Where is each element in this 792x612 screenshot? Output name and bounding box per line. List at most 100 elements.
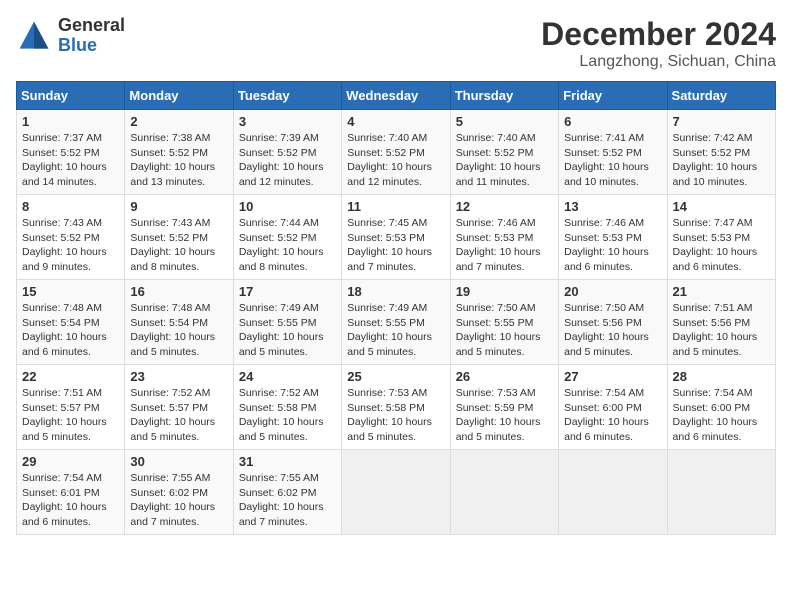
day-number: 12	[456, 199, 553, 214]
day-detail: Sunrise: 7:41 AMSunset: 5:52 PMDaylight:…	[564, 132, 649, 188]
day-detail: Sunrise: 7:48 AMSunset: 5:54 PMDaylight:…	[22, 302, 107, 358]
day-detail: Sunrise: 7:49 AMSunset: 5:55 PMDaylight:…	[239, 302, 324, 358]
day-number: 3	[239, 114, 336, 129]
calendar-cell: 29 Sunrise: 7:54 AMSunset: 6:01 PMDaylig…	[17, 450, 125, 535]
calendar-week-row: 22 Sunrise: 7:51 AMSunset: 5:57 PMDaylig…	[17, 365, 776, 450]
calendar-cell: 31 Sunrise: 7:55 AMSunset: 6:02 PMDaylig…	[233, 450, 341, 535]
day-detail: Sunrise: 7:55 AMSunset: 6:02 PMDaylight:…	[130, 472, 215, 528]
day-number: 4	[347, 114, 444, 129]
calendar-week-row: 15 Sunrise: 7:48 AMSunset: 5:54 PMDaylig…	[17, 280, 776, 365]
calendar-cell: 9 Sunrise: 7:43 AMSunset: 5:52 PMDayligh…	[125, 195, 233, 280]
weekday-header-monday: Monday	[125, 82, 233, 110]
day-number: 30	[130, 454, 227, 469]
logo: General Blue	[16, 16, 125, 56]
day-detail: Sunrise: 7:37 AMSunset: 5:52 PMDaylight:…	[22, 132, 107, 188]
day-detail: Sunrise: 7:47 AMSunset: 5:53 PMDaylight:…	[673, 217, 758, 273]
logo-blue: Blue	[58, 36, 125, 56]
calendar-header-row: SundayMondayTuesdayWednesdayThursdayFrid…	[17, 82, 776, 110]
day-detail: Sunrise: 7:49 AMSunset: 5:55 PMDaylight:…	[347, 302, 432, 358]
calendar-cell: 2 Sunrise: 7:38 AMSunset: 5:52 PMDayligh…	[125, 110, 233, 195]
location-title: Langzhong, Sichuan, China	[541, 53, 776, 71]
day-number: 11	[347, 199, 444, 214]
day-number: 25	[347, 369, 444, 384]
logo-icon	[16, 18, 52, 54]
day-detail: Sunrise: 7:54 AMSunset: 6:00 PMDaylight:…	[564, 387, 649, 443]
calendar-cell: 17 Sunrise: 7:49 AMSunset: 5:55 PMDaylig…	[233, 280, 341, 365]
calendar-cell: 12 Sunrise: 7:46 AMSunset: 5:53 PMDaylig…	[450, 195, 558, 280]
calendar-cell: 13 Sunrise: 7:46 AMSunset: 5:53 PMDaylig…	[559, 195, 667, 280]
calendar-cell: 8 Sunrise: 7:43 AMSunset: 5:52 PMDayligh…	[17, 195, 125, 280]
day-number: 13	[564, 199, 661, 214]
day-detail: Sunrise: 7:51 AMSunset: 5:56 PMDaylight:…	[673, 302, 758, 358]
day-detail: Sunrise: 7:46 AMSunset: 5:53 PMDaylight:…	[456, 217, 541, 273]
weekday-header-saturday: Saturday	[667, 82, 775, 110]
day-detail: Sunrise: 7:55 AMSunset: 6:02 PMDaylight:…	[239, 472, 324, 528]
day-number: 9	[130, 199, 227, 214]
calendar-cell	[559, 450, 667, 535]
weekday-header-wednesday: Wednesday	[342, 82, 450, 110]
day-number: 2	[130, 114, 227, 129]
day-number: 6	[564, 114, 661, 129]
day-number: 29	[22, 454, 119, 469]
day-detail: Sunrise: 7:53 AMSunset: 5:59 PMDaylight:…	[456, 387, 541, 443]
day-number: 31	[239, 454, 336, 469]
day-number: 7	[673, 114, 770, 129]
calendar-cell: 26 Sunrise: 7:53 AMSunset: 5:59 PMDaylig…	[450, 365, 558, 450]
day-number: 18	[347, 284, 444, 299]
calendar-cell: 21 Sunrise: 7:51 AMSunset: 5:56 PMDaylig…	[667, 280, 775, 365]
calendar-cell: 10 Sunrise: 7:44 AMSunset: 5:52 PMDaylig…	[233, 195, 341, 280]
calendar-cell: 14 Sunrise: 7:47 AMSunset: 5:53 PMDaylig…	[667, 195, 775, 280]
day-detail: Sunrise: 7:40 AMSunset: 5:52 PMDaylight:…	[456, 132, 541, 188]
day-detail: Sunrise: 7:50 AMSunset: 5:56 PMDaylight:…	[564, 302, 649, 358]
weekday-header-friday: Friday	[559, 82, 667, 110]
calendar-cell: 15 Sunrise: 7:48 AMSunset: 5:54 PMDaylig…	[17, 280, 125, 365]
day-detail: Sunrise: 7:46 AMSunset: 5:53 PMDaylight:…	[564, 217, 649, 273]
calendar-table: SundayMondayTuesdayWednesdayThursdayFrid…	[16, 81, 776, 535]
calendar-cell	[450, 450, 558, 535]
calendar-cell: 30 Sunrise: 7:55 AMSunset: 6:02 PMDaylig…	[125, 450, 233, 535]
day-detail: Sunrise: 7:44 AMSunset: 5:52 PMDaylight:…	[239, 217, 324, 273]
day-number: 19	[456, 284, 553, 299]
calendar-cell	[667, 450, 775, 535]
day-number: 24	[239, 369, 336, 384]
day-number: 14	[673, 199, 770, 214]
calendar-cell: 16 Sunrise: 7:48 AMSunset: 5:54 PMDaylig…	[125, 280, 233, 365]
day-number: 17	[239, 284, 336, 299]
day-detail: Sunrise: 7:42 AMSunset: 5:52 PMDaylight:…	[673, 132, 758, 188]
day-detail: Sunrise: 7:52 AMSunset: 5:58 PMDaylight:…	[239, 387, 324, 443]
day-detail: Sunrise: 7:40 AMSunset: 5:52 PMDaylight:…	[347, 132, 432, 188]
day-number: 8	[22, 199, 119, 214]
calendar-cell: 1 Sunrise: 7:37 AMSunset: 5:52 PMDayligh…	[17, 110, 125, 195]
calendar-week-row: 1 Sunrise: 7:37 AMSunset: 5:52 PMDayligh…	[17, 110, 776, 195]
weekday-header-sunday: Sunday	[17, 82, 125, 110]
day-detail: Sunrise: 7:52 AMSunset: 5:57 PMDaylight:…	[130, 387, 215, 443]
day-detail: Sunrise: 7:43 AMSunset: 5:52 PMDaylight:…	[22, 217, 107, 273]
day-number: 10	[239, 199, 336, 214]
day-detail: Sunrise: 7:51 AMSunset: 5:57 PMDaylight:…	[22, 387, 107, 443]
day-detail: Sunrise: 7:53 AMSunset: 5:58 PMDaylight:…	[347, 387, 432, 443]
calendar-cell: 23 Sunrise: 7:52 AMSunset: 5:57 PMDaylig…	[125, 365, 233, 450]
day-number: 28	[673, 369, 770, 384]
logo-text: General Blue	[58, 16, 125, 56]
calendar-cell: 3 Sunrise: 7:39 AMSunset: 5:52 PMDayligh…	[233, 110, 341, 195]
page-header: General Blue December 2024 Langzhong, Si…	[16, 16, 776, 71]
calendar-week-row: 29 Sunrise: 7:54 AMSunset: 6:01 PMDaylig…	[17, 450, 776, 535]
day-detail: Sunrise: 7:50 AMSunset: 5:55 PMDaylight:…	[456, 302, 541, 358]
day-detail: Sunrise: 7:43 AMSunset: 5:52 PMDaylight:…	[130, 217, 215, 273]
calendar-cell: 7 Sunrise: 7:42 AMSunset: 5:52 PMDayligh…	[667, 110, 775, 195]
day-number: 15	[22, 284, 119, 299]
calendar-cell	[342, 450, 450, 535]
day-number: 16	[130, 284, 227, 299]
day-number: 22	[22, 369, 119, 384]
title-area: December 2024 Langzhong, Sichuan, China	[541, 16, 776, 71]
day-number: 27	[564, 369, 661, 384]
day-detail: Sunrise: 7:48 AMSunset: 5:54 PMDaylight:…	[130, 302, 215, 358]
calendar-week-row: 8 Sunrise: 7:43 AMSunset: 5:52 PMDayligh…	[17, 195, 776, 280]
day-detail: Sunrise: 7:39 AMSunset: 5:52 PMDaylight:…	[239, 132, 324, 188]
weekday-header-thursday: Thursday	[450, 82, 558, 110]
day-number: 5	[456, 114, 553, 129]
day-number: 1	[22, 114, 119, 129]
day-detail: Sunrise: 7:54 AMSunset: 6:00 PMDaylight:…	[673, 387, 758, 443]
calendar-cell: 11 Sunrise: 7:45 AMSunset: 5:53 PMDaylig…	[342, 195, 450, 280]
calendar-cell: 25 Sunrise: 7:53 AMSunset: 5:58 PMDaylig…	[342, 365, 450, 450]
